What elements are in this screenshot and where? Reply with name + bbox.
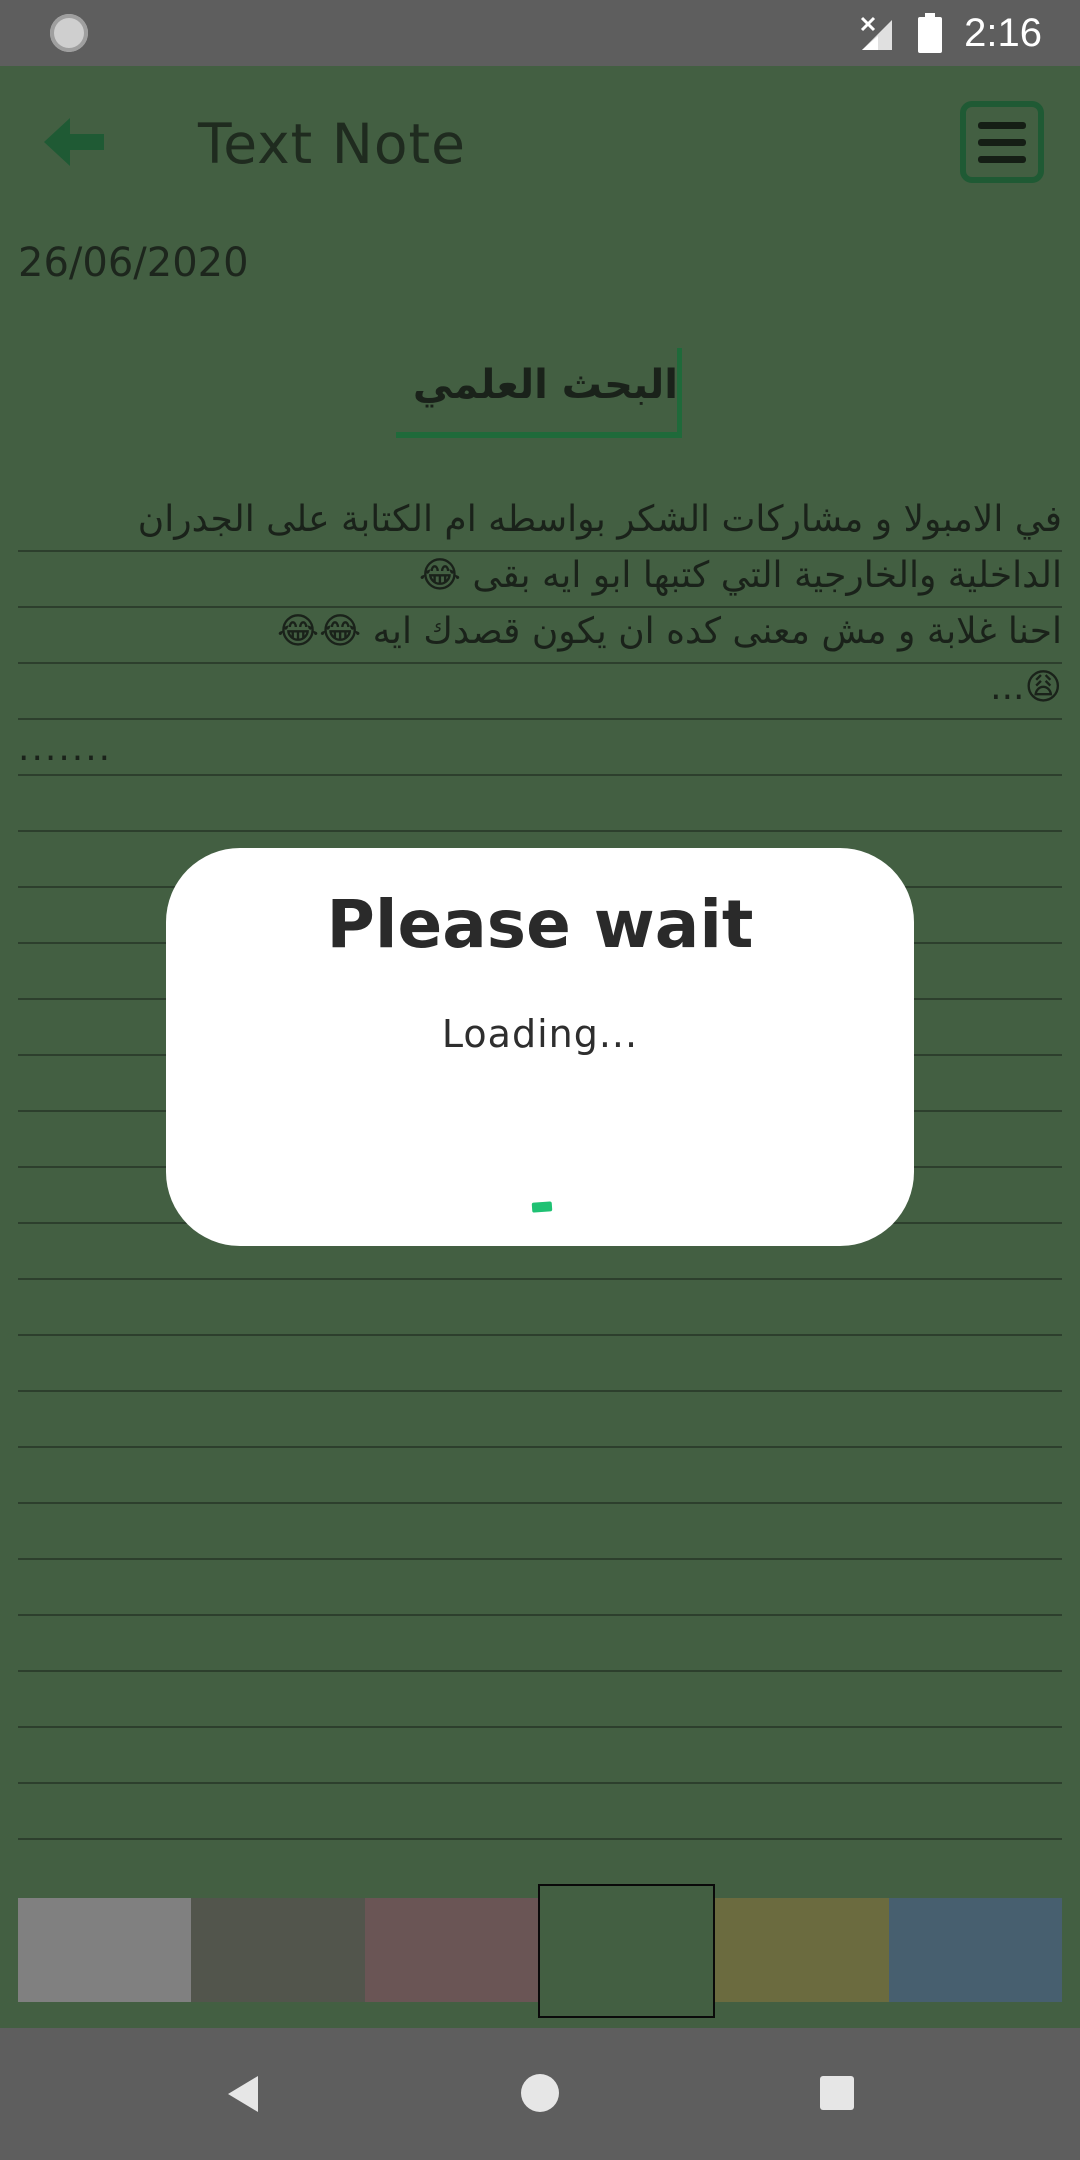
menu-button[interactable]	[960, 101, 1044, 183]
color-swatch[interactable]	[537, 1884, 716, 2018]
color-swatch[interactable]	[18, 1898, 192, 2002]
ruled-line	[18, 1558, 1062, 1560]
note-trailing-text: .......	[18, 728, 113, 769]
dialog-title: Please wait	[326, 886, 754, 963]
color-swatch[interactable]	[364, 1898, 538, 2002]
sync-icon	[50, 14, 88, 52]
note-title-text: البحث العلمي	[412, 362, 678, 408]
color-palette	[18, 1884, 1062, 2018]
battery-icon	[918, 13, 943, 53]
color-swatch[interactable]	[715, 1898, 889, 2002]
status-icons: 2:16	[858, 0, 1042, 66]
color-swatch[interactable]	[191, 1898, 365, 2002]
ruled-line	[18, 718, 1062, 720]
title-underline	[396, 432, 682, 438]
ruled-line	[18, 1670, 1062, 1672]
note-date: 26/06/2020	[18, 240, 249, 286]
navigation-bar	[0, 2028, 1080, 2160]
nav-home-icon[interactable]	[521, 2074, 559, 2112]
status-bar: 2:16	[0, 0, 1080, 66]
note-title-field[interactable]: البحث العلمي	[396, 348, 682, 438]
ruled-line	[18, 774, 1062, 776]
ruled-line	[18, 1390, 1062, 1392]
nav-back-icon[interactable]	[222, 2072, 266, 2116]
menu-icon-bar	[978, 138, 1026, 146]
ruled-line	[18, 1726, 1062, 1728]
ruled-line	[18, 1446, 1062, 1448]
ruled-line	[18, 1782, 1062, 1784]
nav-recents-icon[interactable]	[820, 2076, 854, 2110]
note-screen: 2:16 Text Note 26/06/2020 البحث العلمي ف…	[0, 0, 1080, 2160]
loading-spinner-icon	[531, 1201, 553, 1213]
text-cursor	[677, 348, 682, 432]
note-body-text: في الامبولا و مشاركات الشكر بواسطه ام ال…	[137, 499, 1062, 708]
ruled-line	[18, 1838, 1062, 1840]
ruled-line	[18, 830, 1062, 832]
signal-icon	[861, 16, 893, 50]
ruled-line	[18, 1614, 1062, 1616]
ruled-line	[18, 1502, 1062, 1504]
ruled-line	[18, 1278, 1062, 1280]
color-swatch[interactable]	[888, 1898, 1062, 2002]
ruled-line	[18, 1334, 1062, 1336]
page-title: Text Note	[198, 112, 466, 176]
menu-icon-bar	[978, 155, 1026, 163]
loading-dialog: Please wait Loading...	[166, 848, 914, 1246]
back-arrow-icon	[44, 118, 104, 166]
dialog-message: Loading...	[441, 1012, 639, 1056]
status-time: 2:16	[964, 10, 1042, 55]
menu-icon	[978, 121, 1026, 129]
back-button[interactable]	[40, 110, 112, 174]
